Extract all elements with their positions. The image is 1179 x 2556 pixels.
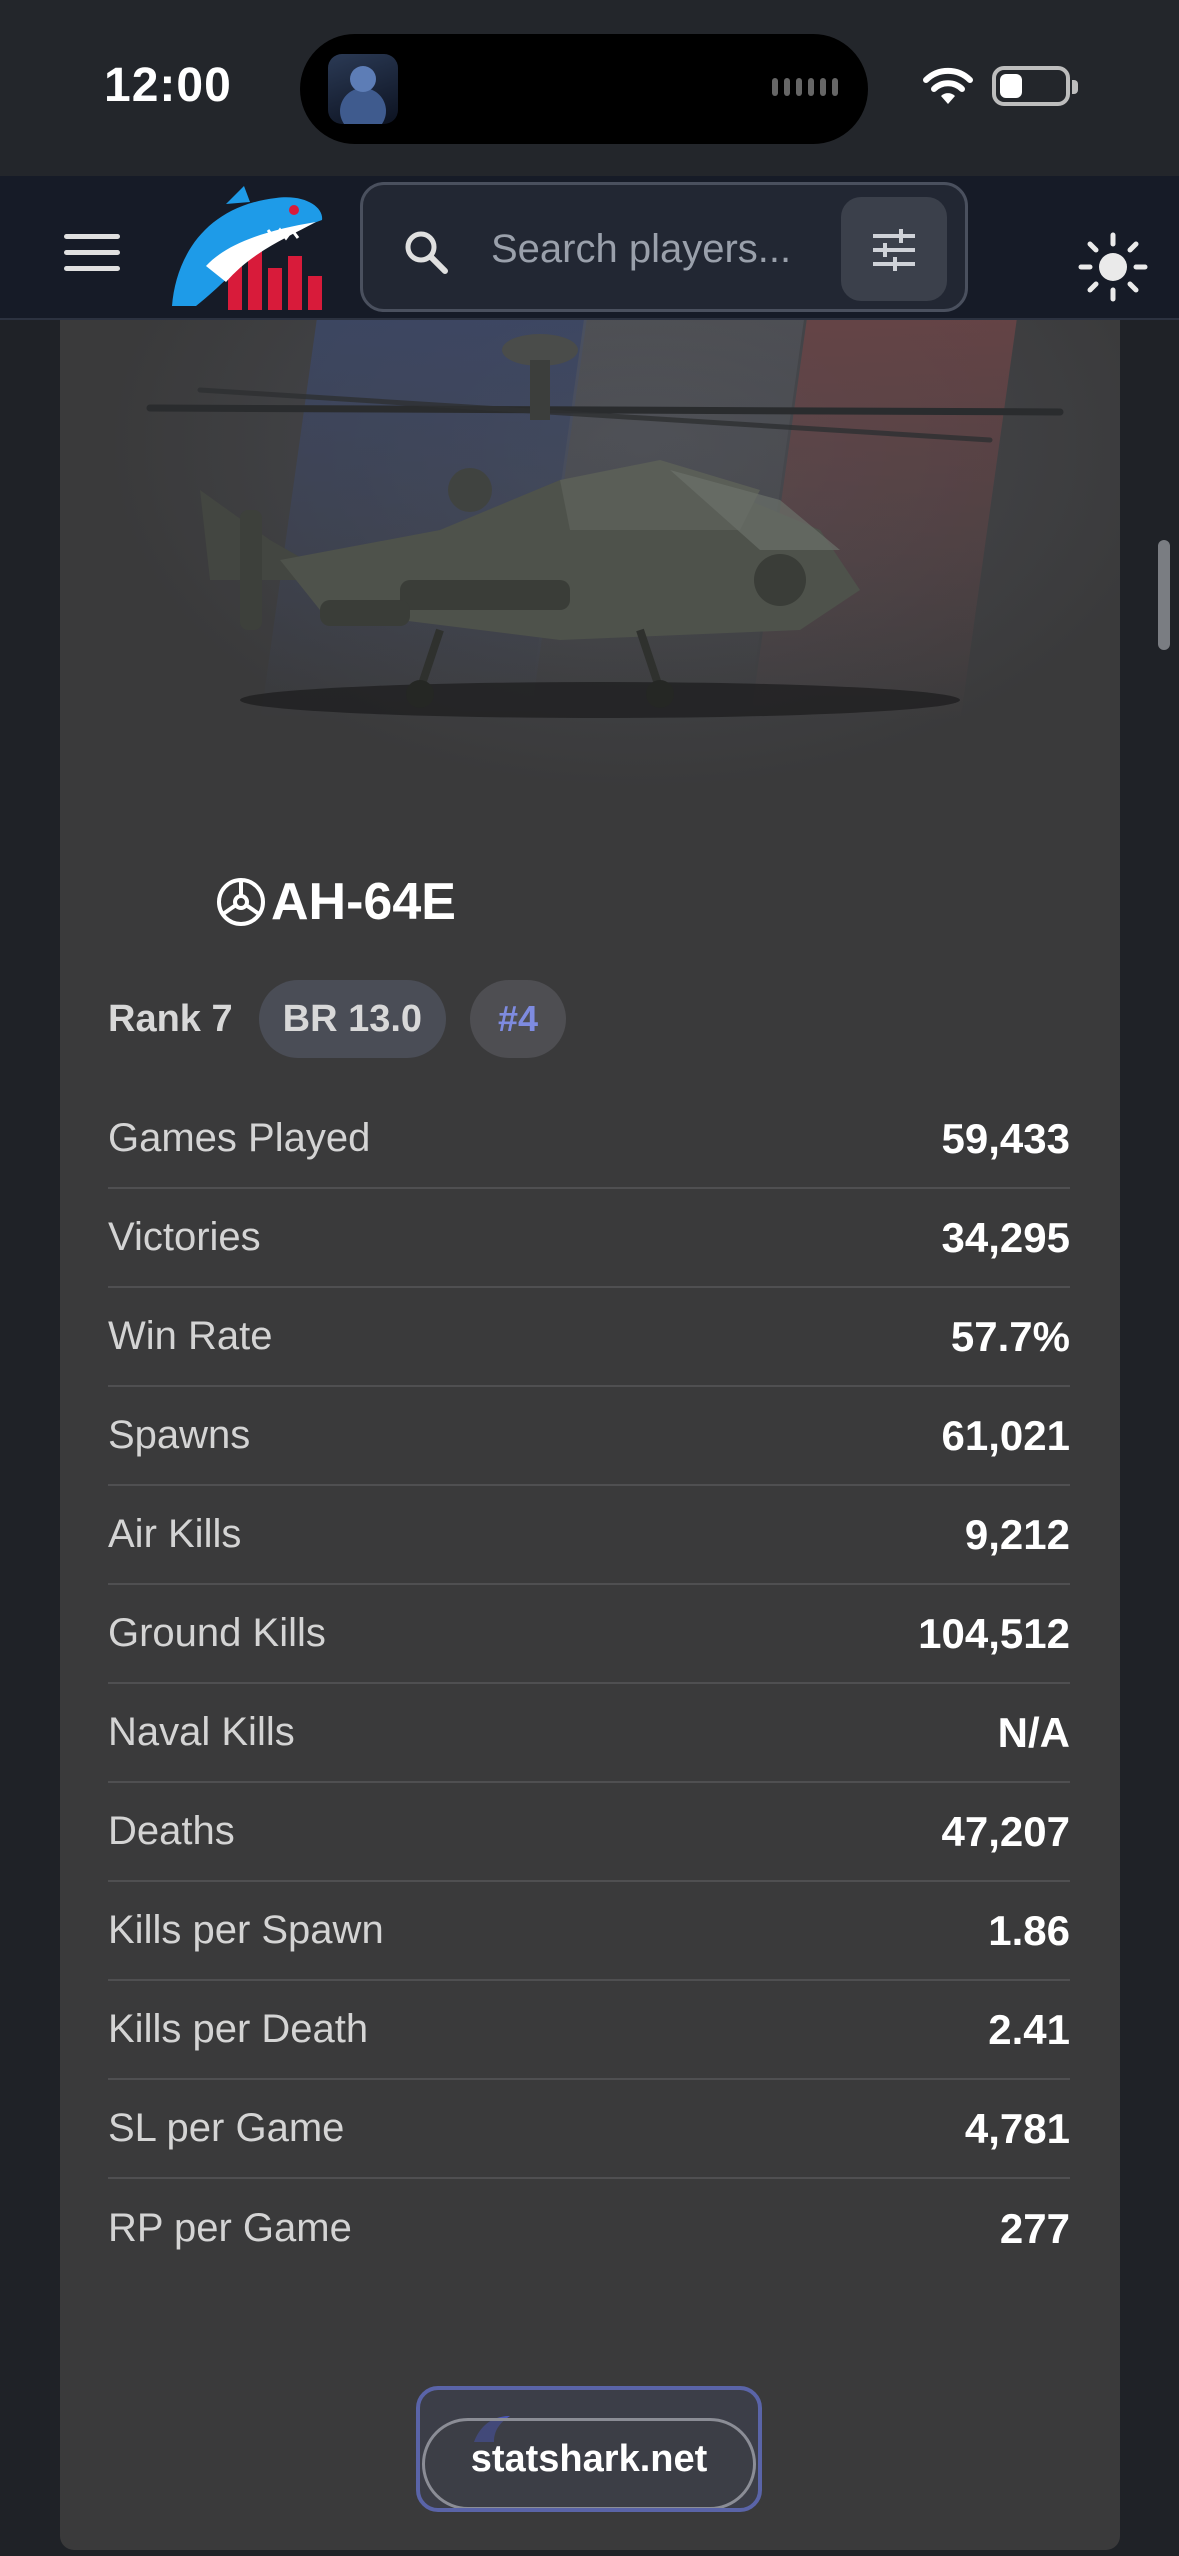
stat-label: Air Kills [108, 1512, 242, 1556]
stat-row: Ground Kills 104,512 [108, 1585, 1070, 1684]
status-time: 12:00 [104, 59, 232, 112]
stat-row: Deaths 47,207 [108, 1783, 1070, 1882]
stat-row: RP per Game 277 [108, 2179, 1070, 2278]
stat-row: Air Kills 9,212 [108, 1486, 1070, 1585]
stat-value: 1.86 [988, 1906, 1070, 1954]
stat-row: Kills per Death 2.41 [108, 1981, 1070, 2080]
stat-label: Naval Kills [108, 1710, 295, 1754]
stat-value: 2.41 [988, 2005, 1070, 2053]
rank-label: Rank 7 [108, 997, 233, 1040]
stat-label: SL per Game [108, 2106, 345, 2150]
stat-label: Ground Kills [108, 1611, 326, 1655]
stat-value: 277 [999, 2204, 1070, 2252]
stat-row: Kills per Spawn 1.86 [108, 1882, 1070, 1981]
audio-waveform-icon [772, 78, 838, 96]
vehicle-card: AH-64E Rank 7 BR 13.0 #4 Games Played 59,… [60, 320, 1120, 2550]
now-playing-thumbnail [328, 54, 398, 124]
stat-label: Kills per Spawn [108, 1908, 384, 1952]
stat-value: 9,212 [964, 1510, 1070, 1558]
stat-row: Games Played 59,433 [108, 1090, 1070, 1189]
search-input[interactable] [491, 219, 821, 279]
stat-value: 61,021 [941, 1411, 1070, 1459]
dynamic-island [300, 34, 868, 144]
stat-value: 57.7% [950, 1312, 1070, 1360]
stat-label: Deaths [108, 1809, 235, 1853]
stat-label: Kills per Death [108, 2007, 369, 2051]
stat-row: SL per Game 4,781 [108, 2080, 1070, 2179]
stat-value: 47,207 [941, 1807, 1070, 1855]
filter-icon [873, 229, 915, 271]
app-header [0, 176, 1179, 320]
stat-row: Spawns 61,021 [108, 1387, 1070, 1486]
vehicle-name: AH-64E [271, 873, 456, 931]
statshark-watermark[interactable]: statshark.net [416, 2386, 762, 2512]
search-icon[interactable] [403, 229, 449, 275]
battery-icon [992, 66, 1078, 106]
vehicle-image [60, 320, 1120, 820]
stat-value: 59,433 [941, 1114, 1070, 1162]
stat-value: 104,512 [918, 1609, 1070, 1657]
scrollbar-thumb[interactable] [1158, 540, 1170, 650]
stat-label: Spawns [108, 1413, 251, 1457]
statshark-logo[interactable] [166, 186, 326, 312]
menu-icon[interactable] [64, 234, 120, 274]
filter-button[interactable] [841, 197, 947, 301]
stat-label: Games Played [108, 1116, 371, 1160]
wifi-icon [923, 67, 973, 104]
stat-label: Victories [108, 1215, 261, 1259]
stat-value: 34,295 [941, 1213, 1070, 1261]
stat-value: N/A [997, 1708, 1070, 1756]
stat-label: RP per Game [108, 2206, 352, 2250]
vehicle-badges: Rank 7 BR 13.0 #4 [108, 980, 567, 1058]
leaderboard-position-badge[interactable]: #4 [470, 980, 567, 1058]
stat-row: Win Rate 57.7% [108, 1288, 1070, 1387]
stat-row: Naval Kills N/A [108, 1684, 1070, 1783]
stat-value: 4,781 [964, 2104, 1070, 2152]
sun-icon[interactable] [1078, 232, 1148, 302]
site-label: statshark.net [470, 2438, 708, 2480]
stat-row: Victories 34,295 [108, 1189, 1070, 1288]
helicopter-image [146, 334, 1064, 718]
status-bar: 12:00 [0, 0, 1179, 176]
vehicle-title: AH-64E [215, 872, 456, 932]
stat-label: Win Rate [108, 1314, 273, 1358]
br-badge: BR 13.0 [258, 980, 447, 1058]
steering-wheel-icon [217, 878, 265, 926]
search-box[interactable] [360, 182, 968, 312]
